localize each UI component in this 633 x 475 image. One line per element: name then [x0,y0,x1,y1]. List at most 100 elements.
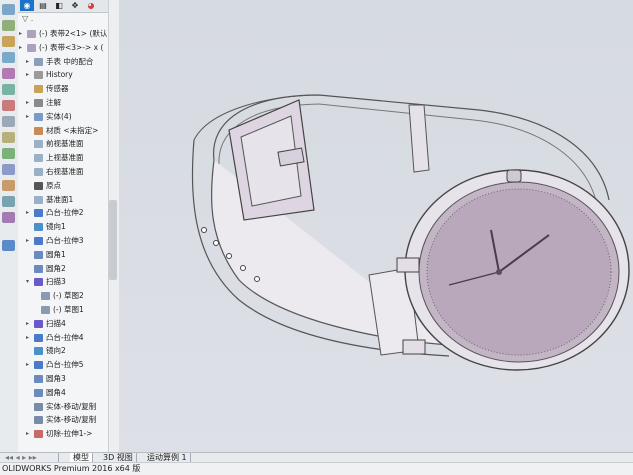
tree-item-label: (-) 草图1 [53,305,84,314]
cut-extrude-icon [34,430,43,439]
plane-icon [34,154,43,163]
strap-hole [213,240,219,246]
pattern-tool-icon[interactable] [2,132,15,143]
evaluate-icon[interactable] [2,212,15,223]
tree-item-label: 原点 [46,180,61,190]
filter-icon[interactable]: ▽ . [22,14,114,24]
expand-arrow-icon[interactable]: ▸ [26,427,32,440]
expand-arrow-icon[interactable]: ▸ [19,27,25,40]
tree-item-label: 圆角1 [46,249,66,259]
tree-item-label: 圆角2 [46,263,66,273]
tree-item-label: 上视基准面 [46,153,84,163]
tree-item-label: (-) 表带<3>-> x ( [39,42,104,52]
tree-item-label: 圆角3 [46,374,66,383]
sketch-icon [41,306,50,314]
status-text: OLIDWORKS Premium 2016 x64 版 [2,464,141,473]
display-manager-icon[interactable]: ◕ [84,0,98,11]
instant3d-icon[interactable] [2,196,15,207]
revolve-tool-icon[interactable] [2,52,15,63]
extrude-icon [34,209,43,218]
mirror-tool-icon[interactable] [2,148,15,159]
tree-item-label: 注解 [46,98,61,107]
property-manager-icon[interactable]: ▤ [36,0,50,11]
tree-item-label: 前视基准面 [46,139,84,149]
watch-model[interactable] [119,0,633,452]
extrude-tool-icon[interactable] [2,36,15,47]
status-bar: OLIDWORKS Premium 2016 x64 版 [0,462,633,475]
expand-arrow-icon[interactable]: ▸ [26,96,32,109]
mirror-icon [34,223,43,232]
tree-item-label: 扫描4 [46,318,66,328]
strap-hole [201,227,207,233]
part-icon [27,30,36,38]
tree-item-label: 实体(4) [46,111,72,121]
expand-arrow-icon[interactable]: ▸ [26,331,32,344]
fillet-icon [34,264,43,273]
annotation-icon [34,99,43,107]
plane-icon [34,195,43,204]
hands-pivot [496,269,502,275]
expand-arrow-icon[interactable]: ▸ [26,110,32,123]
watch-face [426,188,612,356]
expand-arrow-icon[interactable]: ▸ [26,68,32,81]
expand-arrow-icon[interactable]: ▸ [26,206,32,219]
fillet-icon [34,250,43,259]
sweep-icon [34,319,43,328]
tree-item-label: 镜向2 [46,346,66,356]
origin-icon [34,181,43,190]
extrude-icon [34,237,43,245]
move-body-icon [34,416,43,425]
sensor-icon [34,85,43,94]
watch-lug [402,339,426,355]
history-icon [34,71,43,80]
reference-geometry-icon[interactable] [2,164,15,175]
material-icon [34,126,43,135]
loft-tool-icon[interactable] [2,84,15,95]
move-body-icon [34,402,43,411]
fillet-icon [34,388,43,397]
extrude-icon [34,333,43,342]
mates-icon [34,57,43,66]
left-toolbar [0,0,19,452]
strap-hole [254,276,260,282]
solid-bodies-icon [34,112,43,121]
curves-tool-icon[interactable] [2,180,15,191]
dimxpert-icon[interactable]: ✥ [68,0,82,11]
plane-icon [34,168,43,176]
tree-item-label: 镜向1 [46,222,66,232]
expand-arrow-icon[interactable]: ▸ [26,358,32,371]
tree-item-label: 凸台-拉伸2 [46,208,84,218]
configuration-manager-icon[interactable]: ◧ [52,0,66,11]
tree-item-label: 材质 <未指定> [46,125,99,135]
rebuild-icon[interactable] [2,4,15,15]
tree-item-label: 凸台-拉伸5 [46,360,84,370]
sweep-icon [34,278,43,287]
tree-item-label: 圆角4 [46,387,66,397]
expand-arrow-icon[interactable]: ▸ [26,317,32,330]
tree-item-label: 实体-移动/复制 [46,401,97,411]
tree-item-label: 手表 中的配合 [46,56,94,66]
cut-tool-icon[interactable] [2,100,15,111]
fillet-tool-icon[interactable] [2,116,15,127]
plane-icon [34,140,43,149]
mirror-icon [34,347,43,356]
feature-manager-icon[interactable]: ◉ [20,0,34,11]
graphics-viewport[interactable] [119,0,633,452]
tree-item-label: 扫描3 [46,277,66,287]
sketch-icon [41,292,50,301]
tree-item-label: 凸台-拉伸4 [46,332,84,342]
tree-item-label: 凸台-拉伸3 [46,236,84,245]
tree-scrollbar-thumb[interactable] [109,200,117,280]
sweep-tool-icon[interactable] [2,68,15,79]
tree-item-label: 实体-移动/复制 [46,415,97,425]
view-tool-icon[interactable] [2,240,15,251]
sketch-tool-icon[interactable] [2,20,15,31]
expand-arrow-icon[interactable]: ▸ [26,234,32,247]
strap-hole [240,265,246,271]
collapse-arrow-icon[interactable]: ▾ [26,275,32,288]
watch-lug [396,257,420,273]
tree-item-label: (-) 表带2<1> (默认 [39,29,108,38]
expand-arrow-icon[interactable]: ▸ [19,41,25,54]
expand-arrow-icon[interactable]: ▸ [26,55,32,68]
tree-item-label: 基准面1 [46,194,74,204]
